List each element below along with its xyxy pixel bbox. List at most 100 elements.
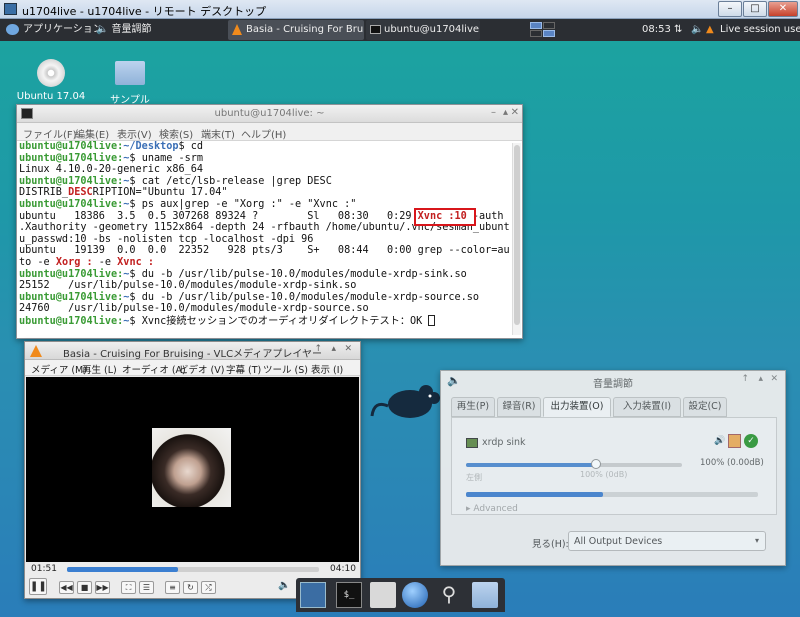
tab-recording[interactable]: 録音(R) [497, 397, 541, 417]
close-button[interactable]: ✕ [511, 107, 519, 118]
vlc-close-button[interactable]: ✕ [344, 344, 352, 354]
vlc-seek-fill [67, 567, 178, 572]
vlc-next-button[interactable]: ▶▶ [95, 581, 110, 594]
vlc-prev-button[interactable]: ◀◀ [59, 581, 74, 594]
show-devices-select[interactable]: All Output Devices ▾ [568, 531, 766, 551]
vlc-minimize-button[interactable]: ↑ [314, 344, 322, 354]
mute-toggle[interactable] [728, 434, 741, 448]
vlc-menu-playback[interactable]: 再生 (L) [82, 362, 117, 376]
menu-help[interactable]: ヘルプ(H) [241, 126, 286, 141]
workspace-2[interactable] [543, 22, 555, 29]
menu-terminal[interactable]: 端末(T) [201, 126, 235, 141]
vlc-volume-icon[interactable]: 🔈 [278, 580, 290, 591]
clock[interactable]: 08:53 [642, 22, 671, 38]
vlc-loop-button[interactable]: ↻ [183, 581, 198, 594]
tab-input-devices[interactable]: 入力装置(I) [613, 397, 681, 417]
close-button[interactable]: ✕ [768, 1, 798, 17]
tab-playback[interactable]: 再生(P) [451, 397, 495, 417]
peak-meter-fill [466, 492, 604, 497]
prompt-user: ubuntu@u1704live: [19, 291, 124, 303]
terminal-titlebar[interactable]: ubuntu@u1704live: ~ – ▴ ✕ [17, 105, 522, 123]
grep-match: DESC [68, 187, 93, 199]
vlc-stop-button[interactable]: ■ [77, 581, 92, 594]
prompt-user: ubuntu@u1704live: [19, 141, 124, 152]
search-icon[interactable]: ⚲ [436, 582, 462, 608]
terminal-output[interactable]: ubuntu@u1704live:~/Desktop$ cd ubuntu@u17… [19, 141, 510, 338]
album-cover-image [152, 428, 231, 507]
web-browser-icon[interactable] [402, 582, 428, 608]
workspace-4[interactable] [543, 30, 555, 37]
mixer-maximize-button[interactable]: ▴ [758, 374, 763, 384]
maximize-button[interactable]: ▴ [503, 107, 508, 118]
terminal-line: ubuntu@u1704live:~$ cat /etc/lsb-release… [19, 176, 510, 188]
file-manager-icon[interactable] [472, 582, 498, 608]
slider-left-label: 左側 [466, 473, 482, 482]
vlc-tray-icon[interactable]: ▲ [706, 22, 714, 38]
vlc-menu-subtitle[interactable]: 字幕 (T) [226, 362, 261, 376]
vlc-titlebar[interactable]: Basia - Cruising For Bruising - VLCメディアプ… [25, 342, 360, 360]
command-text: $ Xvnc接続セッションでのオーディオリダイレクトテスト：OK [129, 315, 429, 327]
vlc-maximize-button[interactable]: ▴ [331, 344, 336, 354]
vlc-window[interactable]: Basia - Cruising For Bruising - VLCメディアプ… [24, 341, 361, 599]
minimize-button[interactable]: – [718, 1, 742, 17]
prompt-user: ubuntu@u1704live: [19, 198, 124, 210]
terminal-line: ubuntu@u1704live:~$ Xvnc接続セッションでのオーディオリダ… [19, 314, 510, 328]
applications-menu[interactable]: アプリケーション [6, 22, 103, 38]
mixer-titlebar[interactable]: 🔈 音量調節 ↑ ▴ ✕ [441, 371, 785, 391]
workspace-3[interactable] [530, 30, 542, 37]
vlc-extended-settings-button[interactable]: ☰ [139, 581, 154, 594]
workspace-switcher[interactable] [530, 22, 556, 38]
vlc-video-area[interactable] [26, 377, 359, 562]
task-vlc[interactable]: Basia - Cruising For Bruis… [228, 20, 364, 40]
set-default-button[interactable]: ✓ [744, 434, 758, 448]
terminal-line: ubuntu@u1704live:~$ du -b /usr/lib/pulse… [19, 269, 510, 281]
prompt-user: ubuntu@u1704live: [19, 175, 124, 187]
vlc-menu-tools[interactable]: ツール (S) [263, 362, 308, 376]
desktop-icon-ubuntu-disc[interactable]: Ubuntu 17.04 [16, 59, 86, 102]
mixer-close-button[interactable]: ✕ [770, 374, 778, 384]
minimize-button[interactable]: – [491, 107, 496, 118]
show-desktop-icon[interactable] [300, 582, 326, 608]
maximize-button[interactable]: □ [743, 1, 767, 17]
vlc-fullscreen-button[interactable]: ⛶ [121, 581, 136, 594]
folder-icon [115, 61, 145, 85]
desktop-icon-sample-folder[interactable]: サンプル [95, 59, 165, 106]
vlc-seek-bar[interactable] [67, 567, 319, 572]
peak-meter [466, 492, 758, 497]
vlc-cone-icon [30, 345, 42, 357]
show-label: 見る(H): [532, 539, 569, 550]
tab-output-devices[interactable]: 出力装置(O) [543, 397, 611, 417]
menu-search[interactable]: 検索(S) [159, 126, 193, 141]
menu-edit[interactable]: 編集(E) [75, 126, 109, 141]
network-icon[interactable]: ⇅ [674, 22, 682, 38]
vlc-menu-audio[interactable]: オーディオ (A) [122, 362, 186, 376]
terminal-launcher-icon[interactable]: $_ [336, 582, 362, 608]
scrollbar-thumb[interactable] [514, 145, 520, 325]
volume-slider-knob[interactable] [590, 459, 601, 469]
volume-control-window[interactable]: 🔈 音量調節 ↑ ▴ ✕ 再生(P) 録音(R) 出力装置(O) 入力装置(I)… [440, 370, 786, 566]
vlc-shuffle-button[interactable]: ⤮ [201, 581, 216, 594]
volume-launcher[interactable]: 🔈 音量調節 [96, 22, 151, 38]
tab-configuration[interactable]: 設定(C) [683, 397, 727, 417]
volume-slider[interactable] [466, 459, 682, 469]
vlc-playlist-button[interactable]: ≡ [165, 581, 180, 594]
mixer-minimize-button[interactable]: ↑ [741, 374, 749, 384]
sound-card-icon [466, 438, 478, 448]
prompt-user: ubuntu@u1704live: [19, 315, 124, 327]
workspace-1[interactable] [530, 22, 542, 29]
volume-tray-icon[interactable]: 🔈 [691, 22, 703, 38]
menu-file[interactable]: ファイル(F) [23, 126, 77, 141]
advanced-expander[interactable]: ▸ Advanced [466, 504, 518, 514]
command-text: $ cd [178, 141, 204, 152]
prompt-user: ubuntu@u1704live: [19, 268, 124, 280]
vlc-menu-media[interactable]: メディア (M) [31, 362, 87, 376]
session-menu[interactable]: Live session user [720, 22, 800, 38]
menu-view[interactable]: 表示(V) [117, 126, 152, 141]
task-terminal[interactable]: ubuntu@u1704live: ~ [366, 20, 480, 40]
xfce-mouse-mascot-icon [370, 385, 440, 418]
vlc-menu-video[interactable]: ビデオ (V) [179, 362, 224, 376]
terminal-scrollbar[interactable] [512, 143, 521, 335]
home-folder-icon[interactable] [370, 582, 396, 608]
vlc-pause-button[interactable]: ❚❚ [29, 578, 47, 595]
vlc-menu-view[interactable]: 表示 (I) [311, 362, 343, 376]
